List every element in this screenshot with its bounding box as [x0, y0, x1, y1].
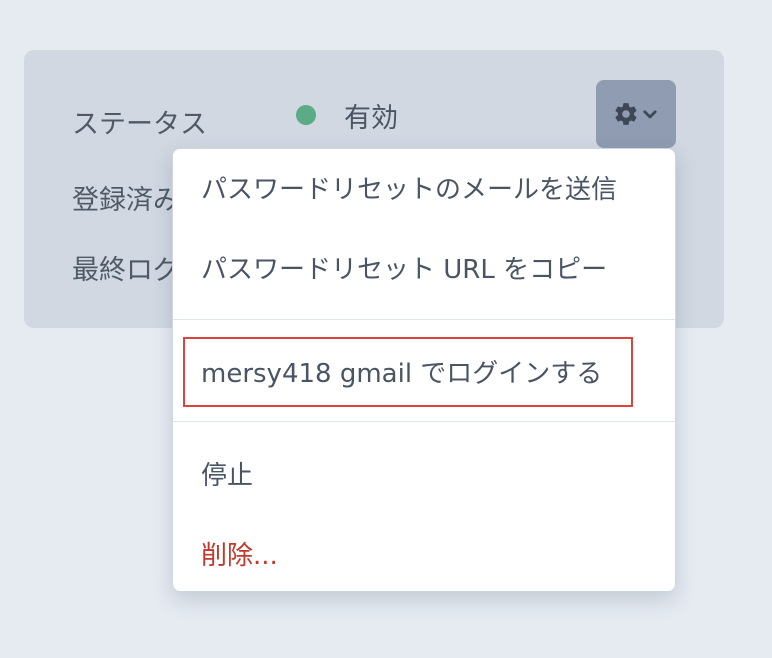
menu-item-delete[interactable]: 削除...: [201, 535, 278, 572]
gear-icon: [613, 101, 639, 127]
menu-item-suspend[interactable]: 停止: [201, 455, 253, 492]
registered-label: 登録済み: [72, 185, 180, 216]
menu-item-login-as-user[interactable]: mersy418 gmail でログインする: [201, 353, 602, 390]
menu-divider: [173, 421, 675, 422]
menu-item-copy-password-reset-url[interactable]: パスワードリセット URL をコピー: [201, 249, 607, 286]
status-indicator-dot: [296, 105, 316, 125]
last-login-label: 最終ログ: [72, 255, 180, 286]
chevron-down-icon: [641, 105, 659, 123]
status-label: ステータス: [72, 109, 207, 140]
menu-divider: [173, 319, 675, 320]
status-value: 有効: [344, 103, 398, 134]
menu-item-send-password-reset-email[interactable]: パスワードリセットのメールを送信: [201, 169, 617, 206]
settings-dropdown-button[interactable]: [596, 80, 676, 148]
user-actions-dropdown-menu: パスワードリセットのメールを送信 パスワードリセット URL をコピー mers…: [172, 148, 676, 592]
